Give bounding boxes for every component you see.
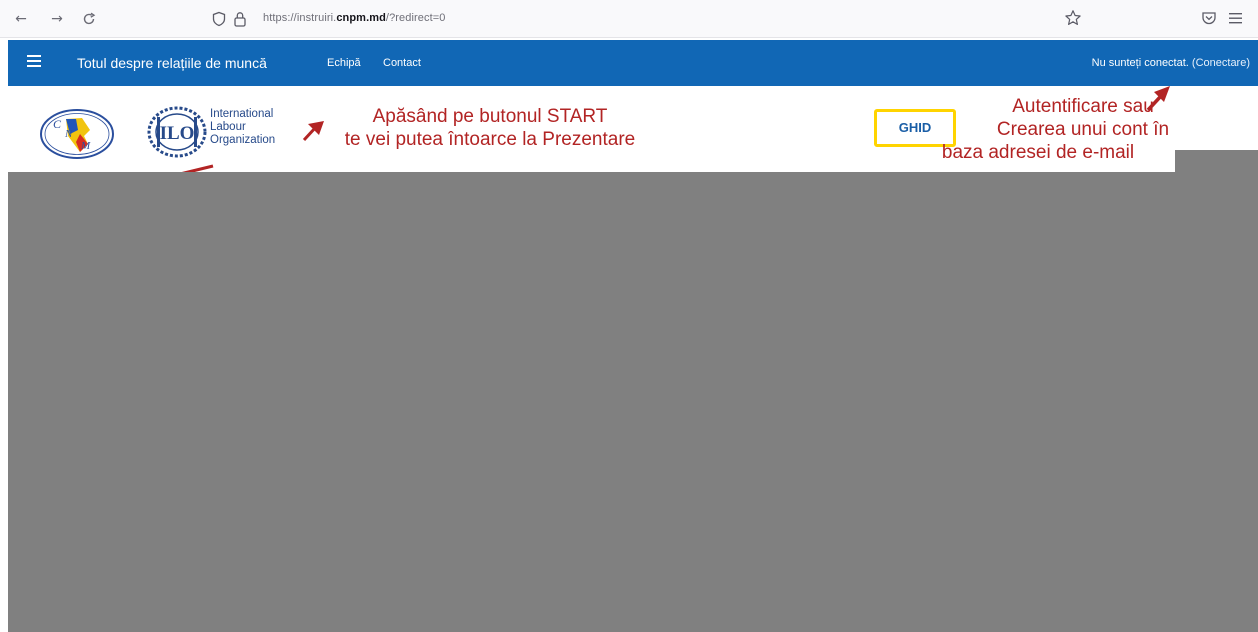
annotation-auth-line-2: Crearea unui cont în (996, 119, 1170, 140)
site-brand[interactable]: Totul despre relațiile de muncă (77, 55, 267, 71)
annotation-auth-line-3: baza adresei de e-mail (941, 142, 1135, 163)
browser-toolbar: ← → https://instruiri.cnpm.md/?redirect=… (0, 0, 1258, 38)
annotation-auth: Autentificare sau Crearea unui cont în b… (942, 95, 1208, 164)
url-text[interactable]: https://instruiri.cnpm.md/?redirect=0 (263, 12, 446, 24)
url-domain: cnpm.md (336, 12, 386, 24)
annotation-start-line-2: te vei putea întoarce la Prezentare (344, 129, 636, 150)
url-bar[interactable]: https://instruiri.cnpm.md/?redirect=0 (205, 6, 1255, 32)
page-header: C N M ILO International Labour Organizat… (8, 86, 1258, 176)
forward-arrow-icon[interactable]: → (46, 8, 68, 30)
login-status-text: Nu sunteți conectat. (1091, 57, 1189, 69)
site-navbar: Totul despre relațiile de muncă Echipă C… (8, 40, 1258, 86)
star-icon[interactable] (1064, 9, 1082, 27)
reload-icon[interactable] (78, 8, 100, 30)
lock-icon[interactable] (233, 11, 247, 27)
annotation-auth-line-1: Autentificare sau (1012, 96, 1154, 117)
pocket-icon[interactable] (1201, 10, 1217, 26)
back-arrow-icon[interactable]: ← (10, 8, 32, 30)
shield-icon[interactable] (211, 11, 227, 27)
annotation-start: Apăsând pe butonul START te vei putea în… (310, 105, 670, 151)
nav-link-contact[interactable]: Contact (383, 57, 421, 69)
nav-link-echipa[interactable]: Echipă (327, 57, 361, 69)
annotation-start-line-1: Apăsând pe butonul START (372, 106, 608, 127)
menu-icon[interactable] (1226, 9, 1246, 27)
grey-overlay (8, 172, 1258, 632)
url-prefix: https://instruiri. (263, 12, 337, 24)
url-suffix: /?redirect=0 (385, 12, 446, 24)
overlay-notch (1175, 150, 1258, 172)
login-status: Nu sunteți conectat. (Conectare) (1092, 57, 1250, 69)
hamburger-icon[interactable] (27, 55, 41, 69)
login-link[interactable]: (Conectare) (1192, 57, 1250, 69)
